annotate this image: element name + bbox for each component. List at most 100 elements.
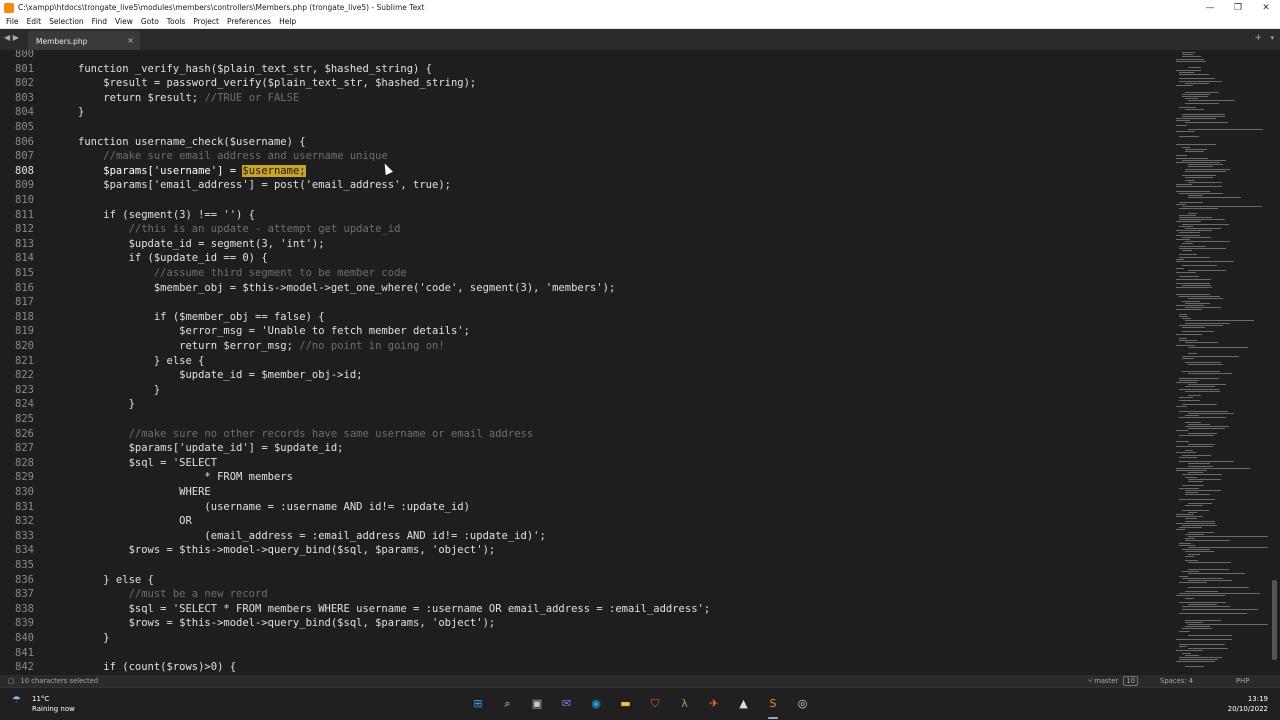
code-line[interactable]: //make sure email address and username u… — [78, 149, 387, 164]
menu-file[interactable]: File — [2, 17, 23, 26]
code-line[interactable]: } — [78, 631, 109, 646]
code-line[interactable]: if ($update_id == 0) { — [78, 251, 268, 266]
code-line[interactable]: $rows = $this->model->query_bind($sql, $… — [78, 616, 496, 631]
code-line[interactable]: $params['email_address'] = post('email_a… — [78, 178, 451, 193]
code-line[interactable]: $params['username'] = $username; — [78, 164, 306, 179]
windows-start-icon[interactable]: ⊞ — [470, 696, 486, 712]
git-branch-status[interactable]: ⑂ master 10 — [1088, 676, 1139, 686]
new-tab-icon[interactable]: + — [1254, 33, 1262, 43]
code-line[interactable]: function _verify_hash($plain_text_str, $… — [78, 62, 432, 77]
inkscape-icon[interactable]: ▲ — [736, 696, 752, 712]
code-line[interactable]: } else { — [78, 573, 154, 588]
minimap-line — [1182, 331, 1214, 333]
panel-toggle-icon[interactable]: ▢ — [8, 677, 14, 685]
minimap-line — [1188, 269, 1227, 271]
code-line[interactable]: (email_address = :email_address AND id!=… — [78, 529, 545, 544]
teams-chat-icon[interactable]: ✉ — [559, 696, 575, 712]
tab-menu-icon[interactable]: ▾ — [1270, 34, 1274, 42]
code-comment: //make sure no other records have same u… — [128, 427, 534, 440]
code-line[interactable]: * FROM members — [78, 470, 293, 485]
code-line[interactable]: if (count($rows)>0) { — [78, 660, 236, 675]
minimap-line — [1176, 639, 1232, 641]
code-line[interactable]: return $result; //TRUE or FALSE — [78, 91, 299, 106]
minimap-line — [1176, 441, 1189, 443]
menu-help[interactable]: Help — [275, 17, 300, 26]
minimap[interactable] — [1170, 50, 1270, 675]
minimap-line — [1185, 520, 1215, 522]
task-view-icon[interactable]: ▣ — [529, 696, 545, 712]
tab-nav-arrows-icon[interactable]: ◀ ▶ — [4, 33, 19, 42]
code-token: * FROM members — [78, 471, 293, 484]
code-line[interactable]: WHERE — [78, 485, 211, 500]
line-number: 820 — [15, 340, 34, 352]
minimap-line — [1182, 56, 1202, 58]
minimap-line — [1185, 148, 1207, 150]
code-line[interactable]: } — [78, 397, 135, 412]
code-line[interactable]: $update_id = segment(3, 'int'); — [78, 237, 325, 252]
code-line[interactable]: //make sure no other records have same u… — [78, 427, 534, 442]
code-line[interactable]: $error_msg = 'Unable to fetch member det… — [78, 324, 470, 339]
code-line[interactable]: return $error_msg; //no point in going o… — [78, 339, 445, 354]
code-line[interactable]: $rows = $this->model->query_bind($sql, $… — [78, 543, 496, 558]
minimap-line — [1179, 630, 1191, 632]
code-line[interactable]: $params['update_id'] = $update_id; — [78, 441, 344, 456]
menu-find[interactable]: Find — [88, 17, 111, 26]
code-line[interactable]: $sql = 'SELECT * FROM members WHERE user… — [78, 602, 711, 617]
vertical-scrollbar[interactable] — [1272, 580, 1277, 660]
syntax-status[interactable]: PHP — [1236, 677, 1249, 685]
menu-edit[interactable]: Edit — [23, 17, 46, 26]
edge-browser-icon[interactable]: ◉ — [588, 696, 604, 712]
code-line[interactable]: $member_obj = $this->model->get_one_wher… — [78, 281, 616, 296]
code-line[interactable]: $sql = 'SELECT — [78, 456, 218, 471]
code-line[interactable]: $update_id = $member_obj->id; — [78, 368, 362, 383]
postman-icon[interactable]: ✈ — [706, 696, 722, 712]
line-number: 809 — [15, 179, 34, 192]
minimap-line — [1176, 283, 1211, 284]
code-line[interactable]: //must be a new record — [78, 587, 268, 602]
code-line[interactable]: if ($member_obj == false) { — [78, 310, 325, 325]
minimap-line — [1176, 445, 1214, 447]
search-icon[interactable]: ⌕ — [500, 696, 516, 712]
minimap-line — [1185, 597, 1194, 599]
tab-close-icon[interactable]: × — [127, 36, 134, 45]
code-line[interactable]: (username = :username AND id!= :update_i… — [78, 500, 470, 515]
minimap-line — [1179, 232, 1201, 234]
code-editor[interactable]: 800 801 802 803 804 805 806 807 808 809 810 811 812 8… — [0, 50, 1280, 675]
menu-selection[interactable]: Selection — [45, 17, 88, 26]
menu-preferences[interactable]: Preferences — [223, 17, 275, 26]
minimize-button[interactable]: — — [1196, 3, 1224, 13]
tab-members-php[interactable]: Members.php × — [28, 31, 140, 50]
code-line[interactable]: } — [78, 105, 84, 120]
minimap-line — [1185, 102, 1219, 104]
brave-browser-icon[interactable]: ⛉ — [647, 696, 663, 712]
code-area[interactable]: function _verify_hash($plain_text_str, $… — [78, 50, 1168, 675]
maximize-button[interactable]: ❐ — [1224, 3, 1252, 13]
code-line[interactable]: //this is an update - attempt get update… — [78, 222, 401, 237]
line-number: 836 — [15, 573, 34, 586]
minimap-line — [1179, 657, 1223, 658]
system-clock[interactable]: 13:19 20/10/2022 — [1228, 694, 1268, 714]
code-line[interactable]: if (segment(3) !== '') { — [78, 208, 255, 223]
menu-goto[interactable]: Goto — [137, 17, 163, 26]
minimap-line — [1188, 195, 1204, 196]
file-explorer-icon[interactable]: ▬ — [618, 696, 634, 712]
menu-view[interactable]: View — [111, 17, 137, 26]
code-line[interactable]: } — [78, 383, 160, 398]
minimap-line — [1179, 643, 1225, 645]
minimap-line — [1185, 505, 1204, 507]
code-line[interactable]: OR — [78, 514, 192, 529]
indentation-status[interactable]: Spaces: 4 — [1160, 677, 1193, 685]
obs-icon[interactable]: ◎ — [795, 696, 811, 712]
code-line[interactable]: function username_check($username) { — [78, 135, 306, 150]
sublime-text-icon[interactable]: S — [765, 696, 781, 712]
menu-project[interactable]: Project — [189, 17, 223, 26]
code-line[interactable]: //assume third segment to be member code — [78, 266, 407, 281]
code-line[interactable]: } else { — [78, 354, 205, 369]
menu-tools[interactable]: Tools — [163, 17, 189, 26]
code-line[interactable]: $result = password_verify($plain_text_st… — [78, 76, 476, 91]
line-number: 842 — [15, 661, 34, 674]
close-window-button[interactable]: ✕ — [1252, 3, 1280, 13]
xampp-icon[interactable]: λ — [677, 696, 693, 712]
